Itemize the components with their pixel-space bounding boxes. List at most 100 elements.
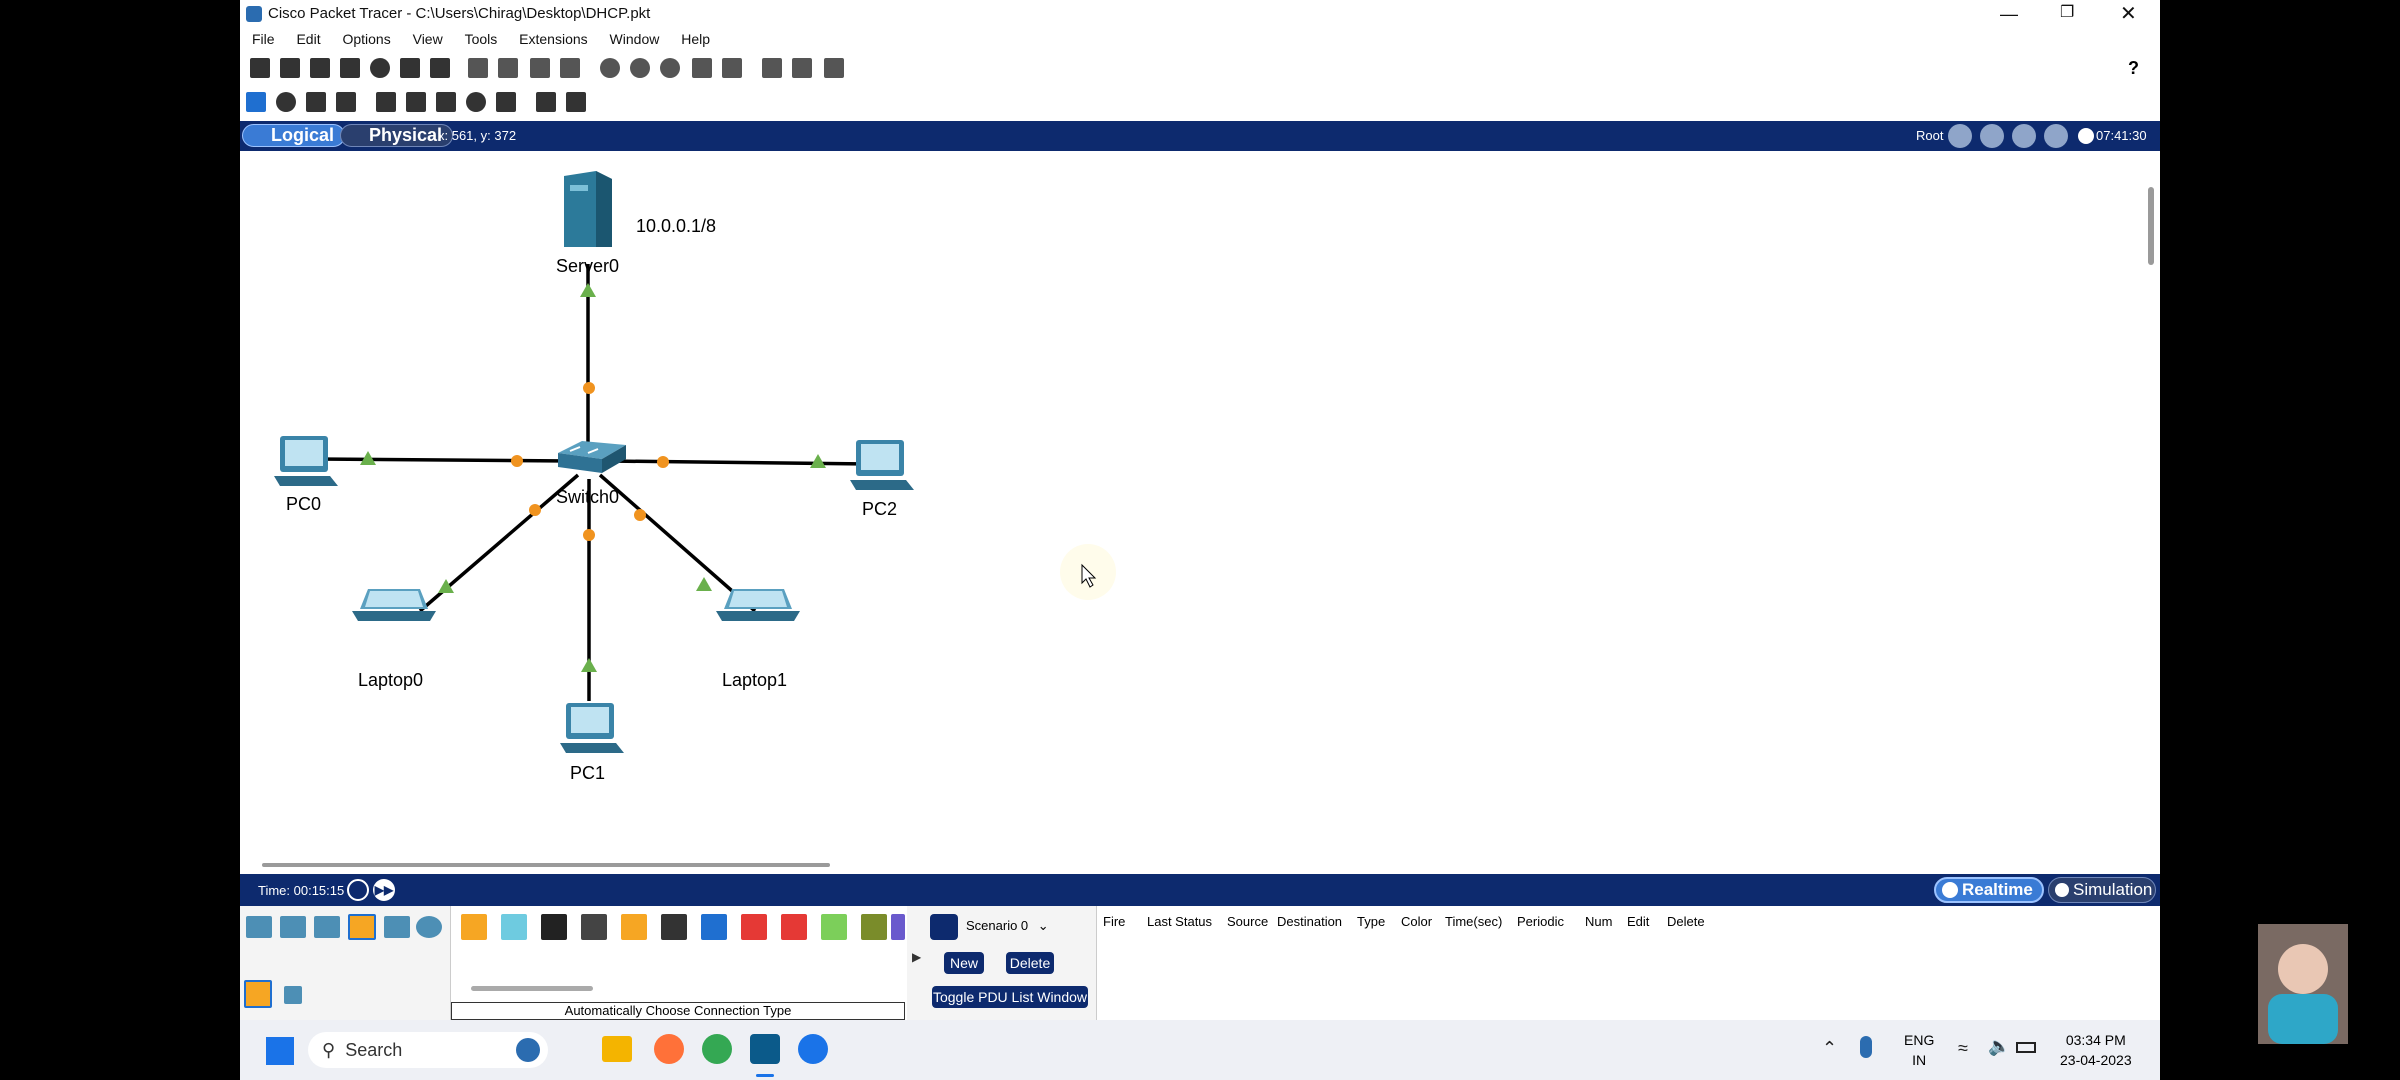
volume-icon[interactable]: 🔈 [1988, 1036, 2010, 1057]
rectangle-icon[interactable] [436, 92, 456, 112]
tab-physical[interactable]: Physical [340, 124, 454, 147]
custom-device-icon[interactable] [722, 58, 742, 78]
coaxial-icon[interactable] [701, 914, 727, 940]
auto-connection-icon[interactable] [461, 914, 487, 940]
multiuser-icon[interactable] [416, 916, 442, 938]
misc-icon[interactable] [384, 916, 410, 938]
start-icon[interactable] [266, 1037, 294, 1065]
components-icon[interactable] [314, 916, 340, 938]
simulation-toggle[interactable]: Simulation [2048, 877, 2156, 903]
redo-icon[interactable] [560, 58, 580, 78]
straight-through-icon[interactable] [541, 914, 567, 940]
menu-tools[interactable]: Tools [465, 31, 498, 47]
copy-icon[interactable] [468, 58, 488, 78]
print-icon[interactable] [340, 58, 360, 78]
realtime-toggle[interactable]: Realtime [1934, 877, 2044, 903]
connection-scrollbar[interactable] [471, 986, 593, 991]
network-info-icon[interactable] [430, 58, 450, 78]
pc0-icon[interactable] [274, 436, 338, 486]
tab-logical[interactable]: Logical [242, 124, 346, 147]
new-scenario-button[interactable]: New [944, 952, 984, 974]
menu-file[interactable]: File [252, 31, 275, 47]
link-switch-pc2[interactable] [607, 459, 871, 466]
fast-forward-icon[interactable]: ▶▶ [373, 879, 395, 901]
connections-subcategory-icon[interactable] [244, 980, 272, 1008]
end-devices-icon[interactable] [280, 916, 306, 938]
note-icon[interactable] [376, 92, 396, 112]
fiber-icon[interactable] [621, 914, 647, 940]
viewport-icon[interactable] [762, 58, 782, 78]
zoom-out-icon[interactable] [660, 58, 680, 78]
help-icon[interactable]: ? [2128, 58, 2139, 79]
microphone-icon[interactable] [1860, 1036, 1872, 1058]
ellipse-icon[interactable] [466, 92, 486, 112]
logical-workspace[interactable]: 10.0.0.1/8 Server0 Switch0 PC0 PC2 Lapto… [240, 151, 2160, 874]
menu-window[interactable]: Window [610, 31, 660, 47]
menu-help[interactable]: Help [681, 31, 710, 47]
pc1-icon[interactable] [560, 703, 624, 753]
complex-pdu-icon[interactable] [566, 92, 586, 112]
info-icon[interactable] [370, 58, 390, 78]
open-icon[interactable] [280, 58, 300, 78]
chrome-icon[interactable] [702, 1034, 732, 1064]
wifi-icon[interactable]: ≈ [1958, 1038, 1968, 1059]
cluster-icon[interactable] [1980, 124, 2004, 148]
zoom-reset-icon[interactable] [630, 58, 650, 78]
panel-expand-icon[interactable]: ▶ [912, 950, 921, 964]
pc2-icon[interactable] [850, 440, 914, 490]
grid-icon[interactable] [284, 986, 302, 1004]
minimize-icon[interactable]: — [2000, 4, 2018, 25]
toggle-pdu-list-button[interactable]: Toggle PDU List Window [932, 986, 1088, 1008]
console-cable-icon[interactable] [501, 914, 527, 940]
horizontal-scrollbar[interactable] [262, 863, 830, 867]
pdu-icon[interactable] [792, 58, 812, 78]
language-indicator[interactable]: ENG IN [1904, 1030, 1934, 1070]
simple-pdu-icon[interactable] [536, 92, 556, 112]
resize-icon[interactable] [336, 92, 356, 112]
new-file-icon[interactable] [250, 58, 270, 78]
move-icon[interactable] [2012, 124, 2036, 148]
save-icon[interactable] [310, 58, 330, 78]
menu-edit[interactable]: Edit [296, 31, 320, 47]
delete-scenario-button[interactable]: Delete [1006, 952, 1054, 974]
laptop1-icon[interactable] [716, 589, 800, 621]
serial-dce-icon[interactable] [741, 914, 767, 940]
close-icon[interactable]: ✕ [2120, 1, 2137, 26]
battery-icon[interactable] [2016, 1042, 2036, 1053]
restore-icon[interactable]: ❐ [2060, 2, 2074, 22]
drawing-palette-icon[interactable] [692, 58, 712, 78]
vertical-scrollbar[interactable] [2148, 187, 2154, 265]
chevron-up-icon[interactable]: ⌃ [1822, 1038, 1837, 1059]
iot-cable-icon[interactable] [861, 914, 887, 940]
select-icon[interactable] [246, 92, 266, 112]
freeform-icon[interactable] [496, 92, 516, 112]
scenario-info-icon[interactable] [930, 914, 958, 940]
octal-icon[interactable] [821, 914, 847, 940]
file-explorer-icon[interactable] [602, 1036, 632, 1062]
menu-options[interactable]: Options [342, 31, 390, 47]
menu-view[interactable]: View [413, 31, 443, 47]
switch-icon[interactable] [558, 441, 626, 473]
undo-icon[interactable] [530, 58, 550, 78]
usb-cable-icon[interactable] [891, 914, 905, 940]
link-pc0-switch[interactable] [314, 457, 571, 463]
phone-cable-icon[interactable] [661, 914, 687, 940]
wizard-icon[interactable] [400, 58, 420, 78]
server-icon[interactable] [564, 171, 612, 247]
zoom-in-icon[interactable] [600, 58, 620, 78]
settings-app-icon[interactable] [798, 1034, 828, 1064]
taskbar-search[interactable]: ⚲ Search [308, 1032, 548, 1068]
screenshot-icon[interactable] [824, 58, 844, 78]
delete-icon[interactable] [306, 92, 326, 112]
power-cycle-icon[interactable] [347, 879, 369, 901]
crossover-icon[interactable] [581, 914, 607, 940]
draw-line-icon[interactable] [406, 92, 426, 112]
connections-icon[interactable] [348, 914, 376, 940]
serial-dte-icon[interactable] [781, 914, 807, 940]
background-icon[interactable] [2044, 124, 2068, 148]
system-clock[interactable]: 03:34 PM 23-04-2023 [2060, 1030, 2132, 1070]
scenario-select[interactable]: Scenario 0 ⌄ [966, 918, 1054, 938]
packet-tracer-taskbar-icon[interactable] [750, 1034, 780, 1064]
back-icon[interactable] [1948, 124, 1972, 148]
firefox-icon[interactable] [654, 1034, 684, 1064]
